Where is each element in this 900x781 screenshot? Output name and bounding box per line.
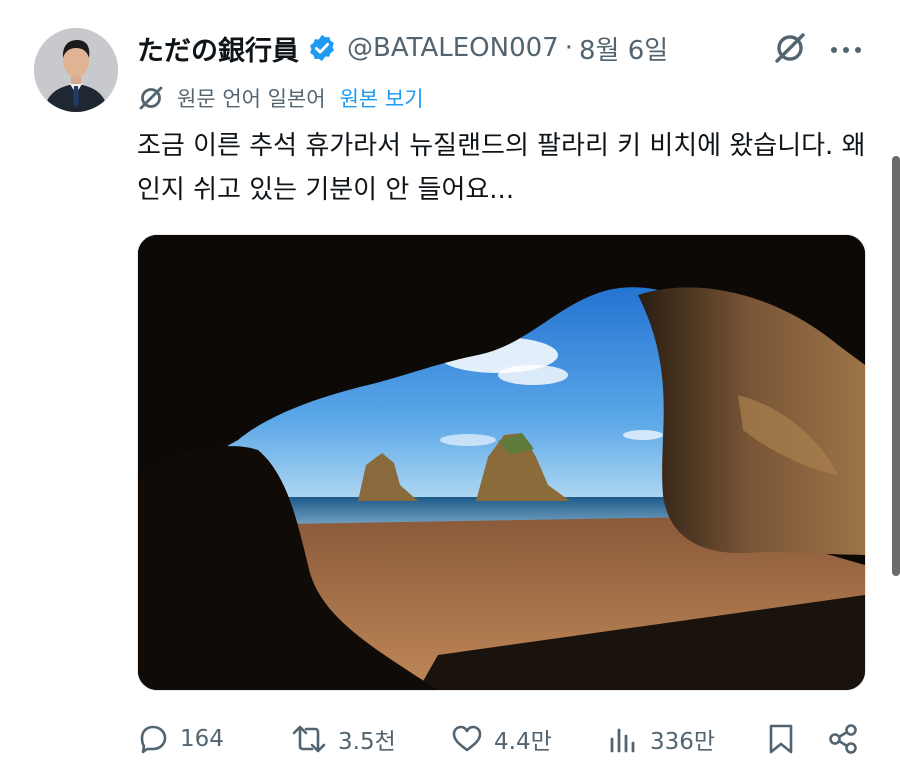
repost-button[interactable]: 3.5천 [290, 715, 396, 763]
views-count: 336만 [650, 729, 716, 755]
translation-label: 원문 언어 일본어 [177, 87, 326, 111]
like-count: 4.4만 [494, 729, 552, 755]
separator-dot: · [564, 33, 573, 63]
user-handle[interactable]: @BATALEON007 [347, 33, 559, 63]
scrollbar[interactable] [892, 156, 900, 576]
reply-bubble-icon [140, 725, 167, 754]
bookmark-icon [769, 724, 793, 754]
more-dots-icon[interactable] [828, 40, 864, 60]
verified-badge-icon [307, 33, 337, 63]
post-date[interactable]: 8월 6일 [579, 30, 668, 67]
repost-count: 3.5천 [338, 729, 396, 755]
grok-translate-icon [137, 84, 165, 112]
avatar-image [34, 28, 118, 112]
grok-icon[interactable] [772, 30, 808, 66]
bookmark-button[interactable] [766, 715, 806, 763]
tweet-action-bar: 164 3.5천 4.4만 336만 [0, 715, 900, 763]
tweet-media-image[interactable] [137, 234, 866, 691]
avatar[interactable] [34, 28, 118, 112]
reply-button[interactable]: 164 [136, 715, 224, 763]
view-original-link[interactable]: 원본 보기 [340, 83, 424, 113]
bar-chart-icon [610, 728, 635, 753]
reply-count: 164 [180, 726, 224, 752]
repost-icon [292, 725, 326, 753]
tweet-header: ただの銀行員 @BATALEON007 · 8월 6일 [137, 28, 770, 68]
views-button[interactable]: 336만 [606, 715, 715, 763]
tweet-text: 조금 이른 추석 휴가라서 뉴질랜드의 팔라리 키 비치에 왔습니다. 왜인지 … [137, 131, 866, 205]
display-name[interactable]: ただの銀行員 [137, 29, 299, 68]
share-button[interactable] [826, 715, 870, 763]
share-icon [829, 724, 857, 754]
heart-icon [452, 725, 482, 752]
like-button[interactable]: 4.4만 [450, 715, 552, 763]
translation-notice: 원문 언어 일본어 원본 보기 [137, 82, 424, 114]
